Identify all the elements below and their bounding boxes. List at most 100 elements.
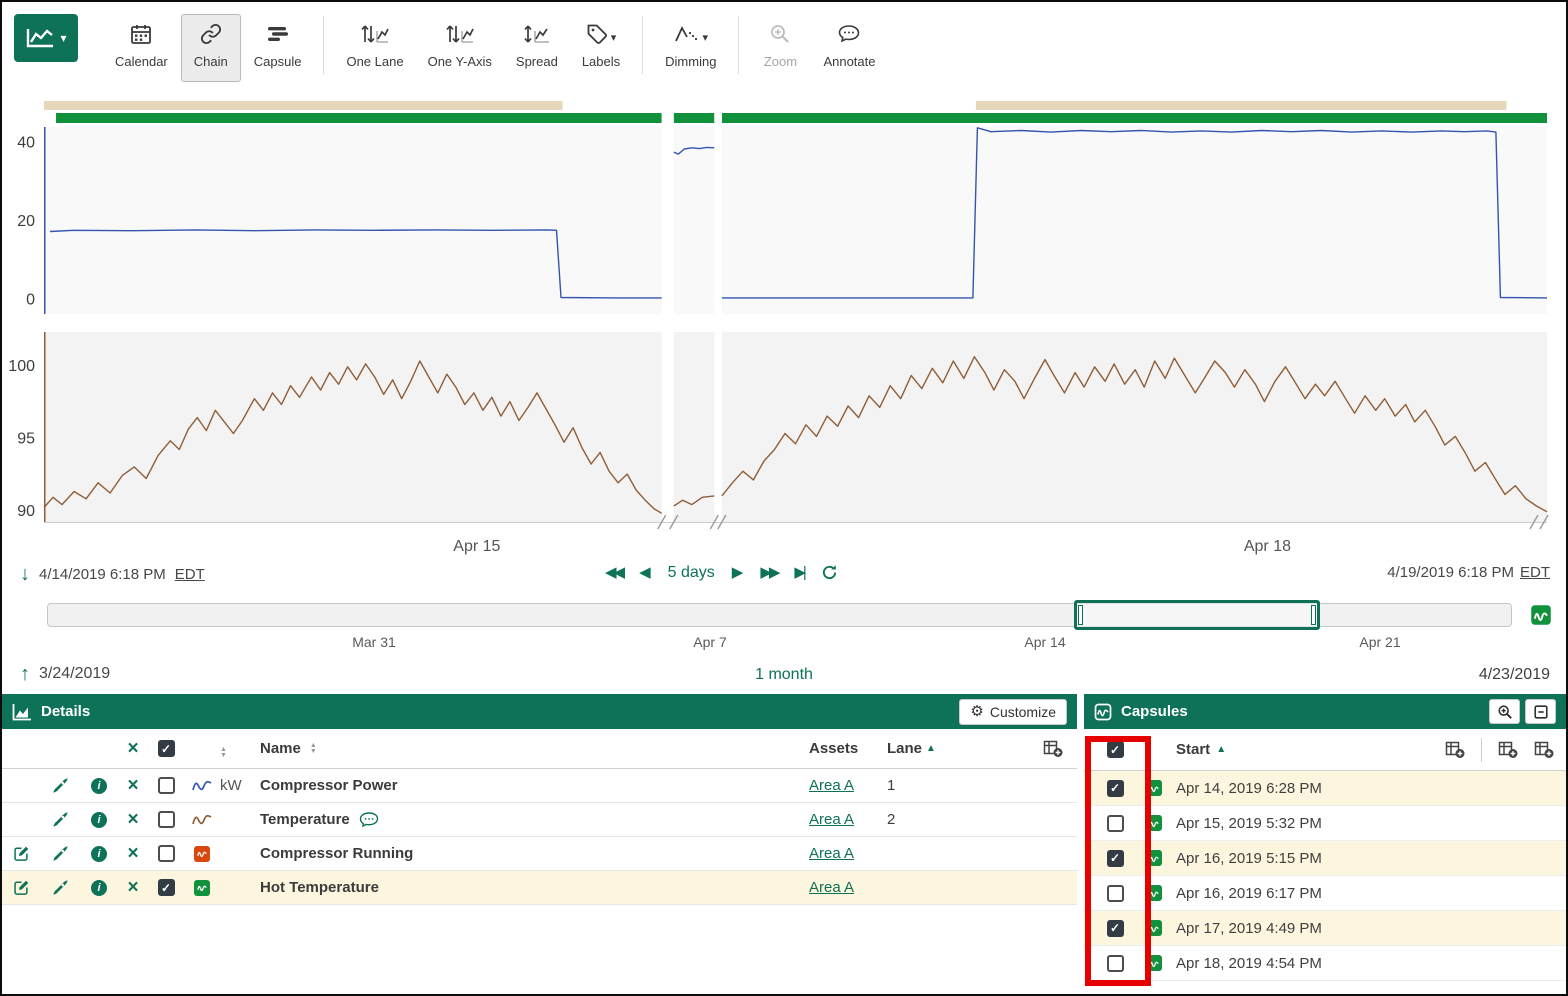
selection-left-handle[interactable] [1078,605,1083,625]
jump-back-button[interactable]: ◀◀ [605,565,622,580]
details-row-hot-temperature[interactable]: i × Hot Temperature Area A [2,871,1077,905]
step-back-button[interactable]: ◀ [639,565,651,580]
remove-icon[interactable]: × [127,844,138,863]
details-row-compressor-power[interactable]: i × kW Compressor Power Area A 1 [2,769,1077,803]
remove-icon[interactable]: × [127,810,138,829]
display-range-start[interactable]: 4/14/2019 6:18 PM [39,566,166,583]
toolbar-button-labels[interactable]: Labels [571,14,631,82]
trend-chart-area[interactable]: 020409095100Apr 15Apr 18 [2,92,1568,562]
toolbar-button-chain[interactable]: Chain [181,14,241,82]
column-header-lane[interactable]: Lane [887,740,922,757]
row-checkbox[interactable] [158,811,175,828]
investigate-range-start[interactable]: 3/24/2019 [39,665,110,683]
capsule-checkbox[interactable] [1107,815,1124,832]
capsule-start-time[interactable]: Apr 16, 2019 5:15 PM [1176,850,1566,867]
asset-link[interactable]: Area A [809,845,854,862]
sort-asc-icon[interactable] [1216,744,1226,755]
info-icon[interactable]: i [91,812,107,828]
toolbar-button-dimming[interactable]: Dimming [654,14,727,82]
add-property-column-icon[interactable] [1498,740,1518,759]
capsule-row[interactable]: Apr 16, 2019 6:17 PM [1084,876,1566,911]
sort-name-icon[interactable] [310,743,317,755]
remove-icon[interactable]: × [127,776,138,795]
edit-icon[interactable] [13,845,30,862]
capsule-row[interactable]: Apr 17, 2019 4:49 PM [1084,911,1566,946]
asset-link[interactable]: Area A [809,777,854,794]
asset-link[interactable]: Area A [809,879,854,896]
edit-icon[interactable] [13,879,30,896]
refresh-button[interactable] [821,564,838,581]
step-to-end-button[interactable]: ▶| [794,565,803,580]
display-range-start-timezone[interactable]: EDT [175,566,205,583]
display-range-end[interactable]: 4/19/2019 6:18 PM [1387,564,1514,581]
capsule-row[interactable]: Apr 16, 2019 5:15 PM [1084,841,1566,876]
remove-icon[interactable]: × [127,878,138,897]
row-checkbox[interactable] [158,879,175,896]
investigate-icon[interactable] [52,845,69,862]
investigate-range-end[interactable]: 4/23/2019 [1479,666,1550,684]
investigate-range-duration[interactable]: 1 month [755,666,813,684]
column-header-assets[interactable]: Assets [809,740,858,757]
capsule-start-time[interactable]: Apr 16, 2019 6:17 PM [1176,885,1566,902]
remove-all-icon[interactable]: × [127,739,138,758]
capsule-row[interactable]: Apr 14, 2019 6:28 PM [1084,771,1566,806]
customize-button[interactable]: ⚙ Customize [959,699,1067,725]
capsule-row[interactable]: Apr 18, 2019 4:54 PM [1084,946,1566,981]
add-column-icon[interactable] [1043,739,1063,758]
row-checkbox[interactable] [158,777,175,794]
collapse-panel-button[interactable] [1525,699,1556,724]
selection-right-handle[interactable] [1311,605,1316,625]
details-row-compressor-running[interactable]: i × Compressor Running Area A [2,837,1077,871]
capsule-checkbox[interactable] [1107,885,1124,902]
info-icon[interactable]: i [91,880,107,896]
step-forward-button[interactable]: ▶ [732,565,744,580]
toolbar-button-capsule[interactable]: Capsule [243,14,313,82]
capsule-checkbox[interactable] [1107,850,1124,867]
timeline-selection-window[interactable] [1074,600,1320,630]
worksheet-view-selector[interactable] [14,14,78,62]
capsule-time-button[interactable] [1530,604,1552,629]
expand-range-button[interactable]: ↑ [20,664,30,684]
investigate-icon[interactable] [52,879,69,896]
item-name[interactable]: Temperature [260,811,350,828]
capsule-checkbox[interactable] [1107,780,1124,797]
zoom-to-capsule-button[interactable] [1489,699,1520,724]
select-all-capsules-checkbox[interactable] [1107,741,1124,758]
item-name[interactable]: Compressor Power [260,777,398,794]
capsule-row[interactable]: Apr 15, 2019 5:32 PM [1084,806,1566,841]
sort-type-icon[interactable] [220,747,227,759]
comment-icon[interactable] [359,812,379,828]
row-checkbox[interactable] [158,845,175,862]
toolbar-button-spread[interactable]: Spread [505,14,569,82]
shrink-range-button[interactable]: ↓ [20,564,30,584]
capsule-start-time[interactable]: Apr 15, 2019 5:32 PM [1176,815,1566,832]
add-stat-column-icon[interactable] [1534,740,1554,759]
display-range-duration[interactable]: 5 days [668,565,715,581]
asset-link[interactable]: Area A [809,811,854,828]
toolbar-button-one-y-axis[interactable]: One Y-Axis [417,14,503,82]
toolbar-button-calendar[interactable]: Calendar [104,14,179,82]
capsule-start-time[interactable]: Apr 17, 2019 4:49 PM [1176,920,1566,937]
sort-asc-icon[interactable] [926,743,936,754]
column-header-name[interactable]: Name [260,740,301,757]
column-header-start[interactable]: Start [1176,741,1210,758]
info-icon[interactable]: i [91,778,107,794]
investigate-icon[interactable] [52,777,69,794]
select-all-checkbox[interactable] [158,740,175,757]
capsule-checkbox[interactable] [1107,920,1124,937]
jump-forward-button[interactable]: ▶▶ [760,565,777,580]
add-column-icon[interactable] [1445,740,1465,759]
investigate-icon[interactable] [52,811,69,828]
toolbar-button-one-lane[interactable]: One Lane [335,14,414,82]
info-icon[interactable]: i [91,846,107,862]
minus-square-icon [1533,704,1549,720]
capsule-checkbox[interactable] [1107,955,1124,972]
toolbar-button-zoom[interactable]: Zoom [750,14,810,82]
details-row-temperature[interactable]: i × Temperature Area A 2 [2,803,1077,837]
capsule-start-time[interactable]: Apr 14, 2019 6:28 PM [1176,780,1566,797]
toolbar-button-annotate[interactable]: Annotate [812,14,886,82]
display-range-end-timezone[interactable]: EDT [1520,564,1550,581]
item-name[interactable]: Compressor Running [260,845,413,862]
capsule-start-time[interactable]: Apr 18, 2019 4:54 PM [1176,955,1566,972]
item-name[interactable]: Hot Temperature [260,879,379,896]
